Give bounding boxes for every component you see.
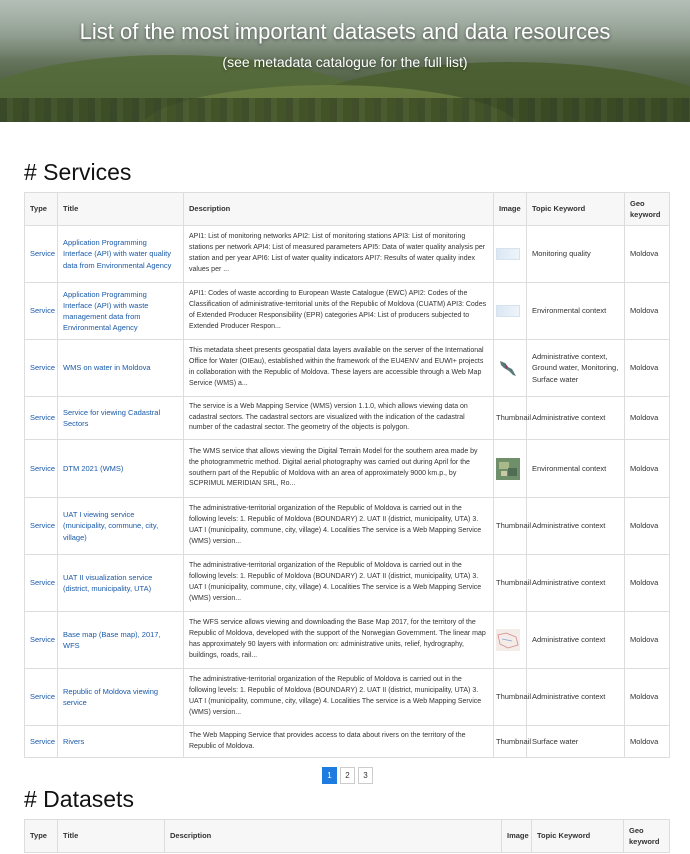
geo-keyword: Moldova [624, 554, 670, 612]
datasets-table: Type Title Description Image Topic Keywo… [24, 819, 670, 853]
service-description: The administrative-territorial organizat… [183, 668, 494, 726]
service-title-link[interactable]: UAT I viewing service (municipality, com… [63, 510, 158, 542]
thumbnail-alt-text: Thumbnail [493, 554, 531, 612]
service-description: This metadata sheet presents geospatial … [183, 339, 494, 397]
service-description: The administrative-territorial organizat… [183, 554, 494, 612]
service-description: The administrative-territorial organizat… [183, 497, 494, 555]
service-type-link[interactable]: Service [30, 737, 55, 746]
column-header-description: Description [164, 819, 502, 853]
table-row: Service Republic of Moldova viewing serv… [24, 668, 670, 726]
service-type-link[interactable]: Service [30, 578, 55, 587]
datasets-header-row: Type Title Description Image Topic Keywo… [24, 819, 670, 853]
geo-keyword: Moldova [624, 439, 670, 498]
topic-keyword: Environmental context [526, 439, 625, 498]
table-row: Service Base map (Base map), 2017, WFS T… [24, 611, 670, 669]
topic-keyword: Administrative context [526, 611, 625, 669]
geo-keyword: Moldova [624, 611, 670, 669]
column-header-description: Description [183, 192, 494, 226]
service-type-link[interactable]: Service [30, 306, 55, 315]
geo-keyword: Moldova [624, 339, 670, 397]
geo-keyword: Moldova [624, 725, 670, 758]
service-type-link[interactable]: Service [30, 692, 55, 701]
service-description: The service is a Web Mapping Service (WM… [183, 396, 494, 440]
topic-keyword: Environmental context [526, 282, 625, 340]
topic-keyword: Administrative context [526, 668, 625, 726]
service-description: The WMS service that allows viewing the … [183, 439, 494, 498]
column-header-geo-keyword: Geo keyword [623, 819, 670, 853]
column-header-title: Title [57, 819, 165, 853]
thumbnail-image [496, 305, 520, 317]
hero-trees [0, 98, 690, 122]
service-title-link[interactable]: Republic of Moldova viewing service [63, 687, 158, 707]
thumbnail-image [496, 248, 520, 260]
geo-keyword: Moldova [624, 497, 670, 555]
column-header-topic-keyword: Topic Keyword [531, 819, 624, 853]
geo-keyword: Moldova [624, 396, 670, 440]
service-title-link[interactable]: Base map (Base map), 2017, WFS [63, 630, 161, 650]
service-description: The WFS service allows viewing and downl… [183, 611, 494, 669]
column-header-topic-keyword: Topic Keyword [526, 192, 625, 226]
column-header-type: Type [24, 819, 58, 853]
services-heading: # Services [24, 159, 132, 185]
column-header-image: Image [501, 819, 532, 853]
table-row: Service Service for viewing Cadastral Se… [24, 396, 670, 440]
service-title-link[interactable]: WMS on water in Moldova [63, 363, 151, 372]
thumbnail-alt-text: Thumbnail [493, 497, 531, 555]
geo-keyword: Moldova [624, 225, 670, 283]
table-row: Service WMS on water in Moldova This met… [24, 339, 670, 397]
service-type-link[interactable]: Service [30, 249, 55, 258]
datasets-heading: # Datasets [24, 786, 134, 812]
service-type-link[interactable]: Service [30, 521, 55, 530]
page-button-1[interactable]: 1 [322, 767, 337, 784]
hero-title: List of the most important datasets and … [79, 19, 611, 44]
table-row: Service UAT II visualization service (di… [24, 554, 670, 612]
service-type-link[interactable]: Service [30, 363, 55, 372]
service-title-link[interactable]: DTM 2021 (WMS) [63, 464, 123, 473]
thumbnail-alt-text: Thumbnail [493, 668, 531, 726]
service-title-link[interactable]: Application Programming Interface (API) … [63, 238, 171, 270]
service-title-link[interactable]: Service for viewing Cadastral Sectors [63, 408, 160, 428]
services-table: Type Title Description Image Topic Keywo… [24, 192, 670, 758]
terrain-thumbnail-image [496, 457, 520, 480]
service-type-link[interactable]: Service [30, 635, 55, 644]
column-header-type: Type [24, 192, 58, 226]
hero-subtitle: (see metadata catalogue for the full lis… [222, 54, 468, 70]
geo-keyword: Moldova [624, 668, 670, 726]
table-row: Service Application Programming Interfac… [24, 282, 670, 340]
service-type-link[interactable]: Service [30, 464, 55, 473]
topic-keyword: Surface water [526, 725, 625, 758]
thumbnail-alt-text: Thumbnail [493, 396, 531, 440]
service-description: API1: List of monitoring networks API2: … [183, 225, 494, 283]
topic-keyword: Administrative context [526, 396, 625, 440]
service-description: API1: Codes of waste according to Europe… [183, 282, 494, 340]
geo-keyword: Moldova [624, 282, 670, 340]
page-button-3[interactable]: 3 [358, 767, 373, 784]
page-button-2[interactable]: 2 [340, 767, 355, 784]
column-header-geo-keyword: Geo keyword [624, 192, 670, 226]
thumbnail-alt-text: Thumbnail [493, 725, 531, 758]
table-row: Service Rivers The Web Mapping Service t… [24, 725, 670, 758]
service-type-link[interactable]: Service [30, 413, 55, 422]
column-header-image: Image [493, 192, 527, 226]
map-thumbnail-image [500, 361, 516, 376]
topic-keyword: Monitoring quality [526, 225, 625, 283]
pagination: 1 2 3 [322, 767, 373, 784]
service-title-link[interactable]: UAT II visualization service (district, … [63, 573, 152, 593]
base-map-thumbnail-image [496, 629, 520, 651]
table-row: Service UAT I viewing service (municipal… [24, 497, 670, 555]
hero-banner: List of the most important datasets and … [0, 0, 690, 122]
table-row: Service DTM 2021 (WMS) The WMS service t… [24, 439, 670, 498]
services-header-row: Type Title Description Image Topic Keywo… [24, 192, 670, 226]
service-description: The Web Mapping Service that provides ac… [183, 725, 494, 758]
service-title-link[interactable]: Application Programming Interface (API) … [63, 290, 148, 333]
topic-keyword: Administrative context [526, 497, 625, 555]
topic-keyword: Administrative context [526, 554, 625, 612]
table-row: Service Application Programming Interfac… [24, 225, 670, 283]
column-header-title: Title [57, 192, 184, 226]
topic-keyword: Administrative context, Ground water, Mo… [526, 339, 625, 397]
service-title-link[interactable]: Rivers [63, 737, 84, 746]
